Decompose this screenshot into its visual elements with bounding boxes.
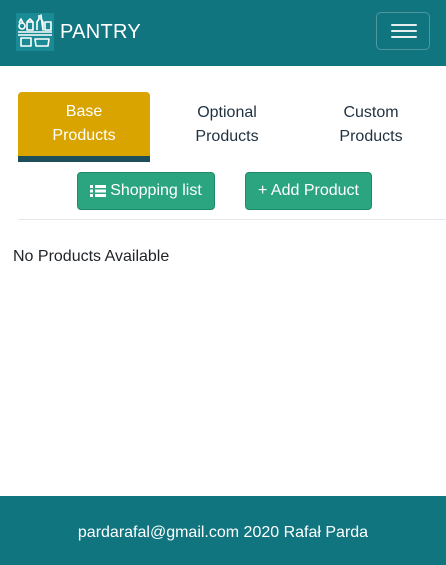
tab-label: Base Products [52,103,116,144]
divider [18,219,446,220]
tab-label: Custom Products [339,104,403,145]
footer: pardarafal@gmail.com 2020 Rafał Parda [0,496,446,565]
add-product-button[interactable]: + Add Product [245,172,372,210]
brand-name[interactable]: PANTRY [60,20,141,44]
add-product-label: + Add Product [258,182,359,199]
tab-optional-products[interactable]: Optional Products [161,92,293,162]
pantry-shelf-icon[interactable] [16,13,54,51]
list-icon [90,184,107,197]
footer-text: pardarafal@gmail.com 2020 Rafał Parda [77,524,369,541]
empty-products-message: No Products Available [13,248,170,265]
hamburger-menu-icon[interactable] [376,12,430,50]
shopping-list-button[interactable]: Shopping list [77,172,215,210]
tab-custom-products[interactable]: Custom Products [305,92,437,162]
tab-base-products[interactable]: Base Products [18,92,150,162]
tab-label: Optional Products [195,104,259,145]
shopping-list-label: Shopping list [110,182,202,199]
active-tab-indicator [18,156,150,162]
navbar: PANTRY [0,0,446,66]
